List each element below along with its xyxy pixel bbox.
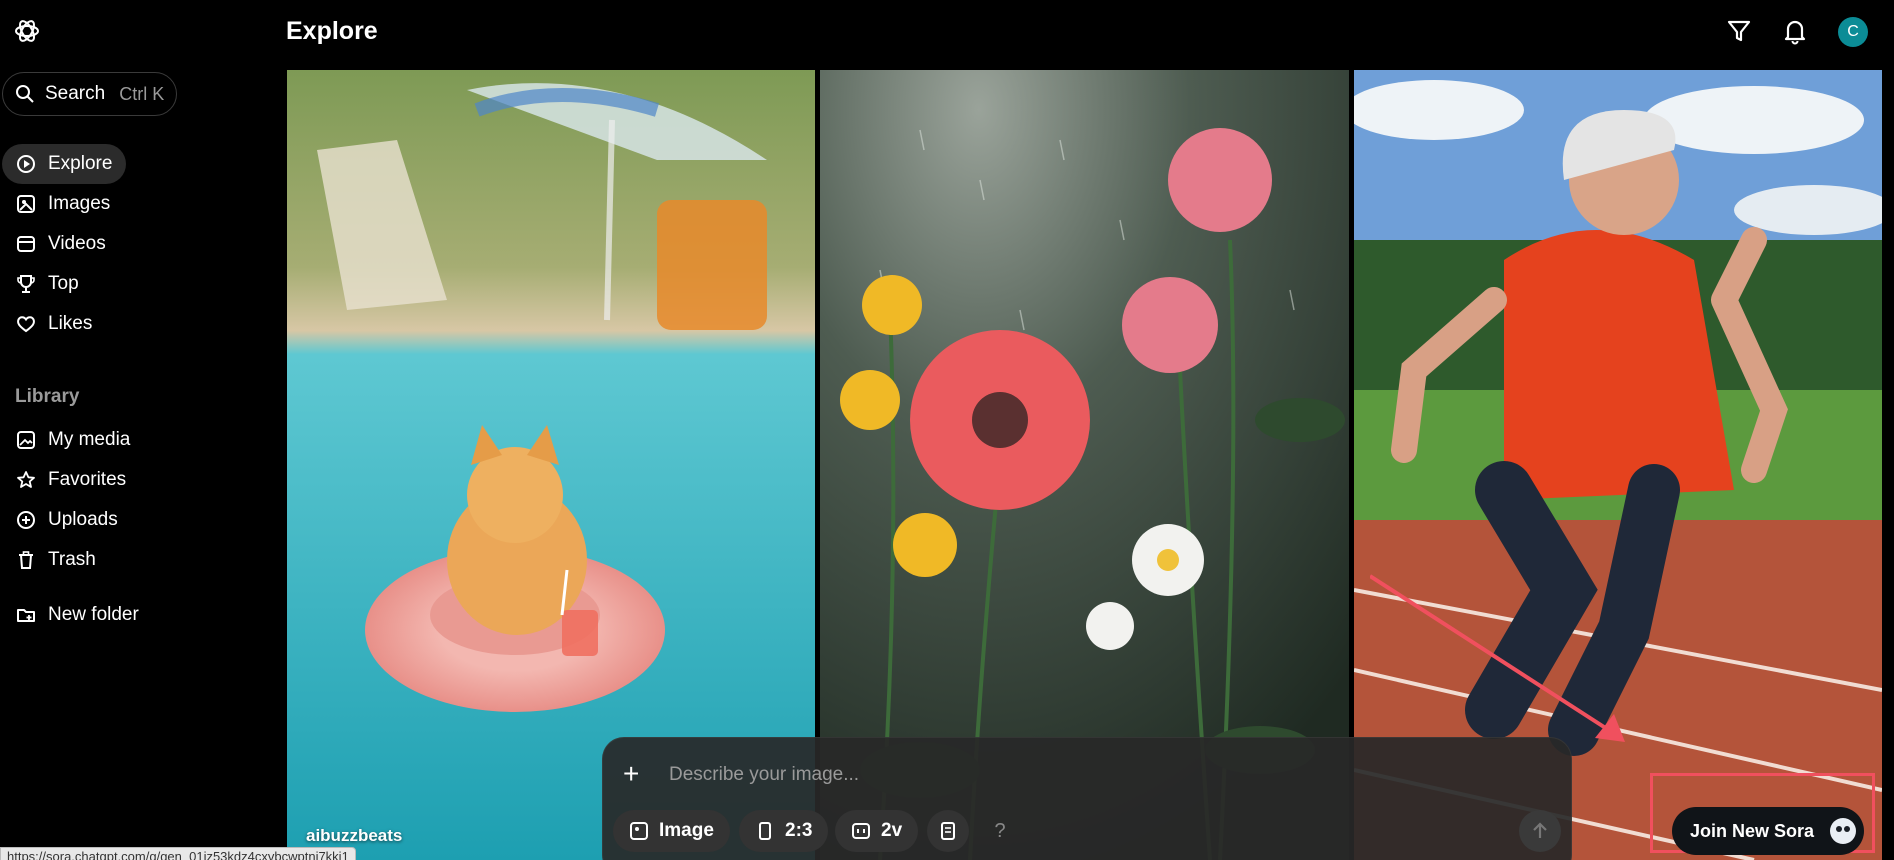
page-title: Explore	[286, 17, 378, 45]
search-icon	[16, 85, 34, 103]
variations-label: 2v	[881, 820, 903, 841]
nav-label: New folder	[48, 604, 139, 625]
help-label: ?	[994, 819, 1006, 842]
folder-plus-icon	[17, 609, 35, 622]
document-icon	[941, 822, 955, 840]
trophy-icon	[17, 275, 35, 293]
search-label: Search	[45, 83, 106, 104]
heart-icon	[17, 316, 35, 333]
add-attachment-icon[interactable]: +	[623, 760, 639, 788]
prompt-input[interactable]	[669, 758, 1369, 792]
media-type-button[interactable]: Image	[613, 810, 730, 852]
nav-uploads[interactable]: Uploads	[2, 500, 132, 540]
trash-icon	[19, 551, 33, 569]
search-button[interactable]: Search Ctrl K	[2, 72, 177, 116]
library-heading: Library	[15, 386, 80, 407]
nav-label: Videos	[48, 233, 106, 254]
annotation-arrow	[1370, 574, 1625, 742]
app-window: Search Ctrl K Explore Images Videos Top …	[0, 0, 1894, 860]
new-folder-button[interactable]: New folder	[2, 595, 153, 635]
compass-icon	[17, 155, 35, 173]
media-icon	[17, 431, 35, 449]
nav-label: Top	[48, 273, 79, 294]
nav-likes[interactable]: Likes	[2, 304, 106, 344]
nav-label: Images	[48, 193, 111, 214]
nav-label: Trash	[48, 549, 96, 570]
nav-label: Explore	[48, 153, 113, 174]
portrait-icon	[759, 822, 771, 840]
openai-logo-icon[interactable]	[12, 16, 42, 46]
nav-label: My media	[48, 429, 131, 450]
tile-author[interactable]: aibuzzbeats	[306, 826, 402, 846]
video-icon	[17, 236, 35, 252]
star-icon	[17, 471, 35, 488]
arrow-up-icon	[1533, 822, 1547, 838]
help-button[interactable]: ?	[979, 810, 1021, 852]
submit-button[interactable]	[1519, 810, 1561, 852]
aspect-ratio-button[interactable]: 2:3	[739, 810, 829, 852]
image-icon	[17, 195, 35, 213]
join-new-sora-button[interactable]: Join New Sora	[1672, 807, 1864, 855]
nav-videos[interactable]: Videos	[2, 224, 120, 264]
nav-my-media[interactable]: My media	[2, 420, 144, 460]
mascot-icon	[1830, 818, 1857, 844]
nav-label: Likes	[48, 313, 93, 334]
media-type-label: Image	[659, 820, 714, 841]
prompt-composer: + Image 2:3 2v ?	[602, 737, 1572, 860]
variations-button[interactable]: 2v	[835, 810, 919, 852]
avatar[interactable]: C	[1838, 17, 1868, 47]
nav-trash[interactable]: Trash	[2, 540, 110, 580]
nav-label: Favorites	[48, 469, 127, 490]
nav-favorites[interactable]: Favorites	[2, 460, 140, 500]
nav-label: Uploads	[48, 509, 118, 530]
aspect-ratio-label: 2:3	[785, 820, 813, 841]
nav-explore[interactable]: Explore	[2, 144, 127, 184]
avatar-letter: C	[1847, 23, 1859, 40]
search-shortcut: Ctrl K	[119, 83, 165, 104]
sidebar: Search Ctrl K Explore Images Videos Top …	[0, 0, 280, 860]
bell-icon[interactable]	[1780, 16, 1810, 46]
join-label: Join New Sora	[1690, 820, 1815, 841]
nav-images[interactable]: Images	[2, 184, 124, 224]
status-bar-url: https://sora.chatgpt.com/g/gen_01jz53kdz…	[0, 847, 356, 860]
plus-circle-icon	[17, 511, 35, 529]
storyboard-button[interactable]	[927, 810, 969, 852]
nav-top[interactable]: Top	[2, 264, 93, 304]
image-icon	[630, 822, 648, 840]
variations-icon	[852, 823, 870, 839]
filter-icon[interactable]	[1724, 16, 1754, 46]
